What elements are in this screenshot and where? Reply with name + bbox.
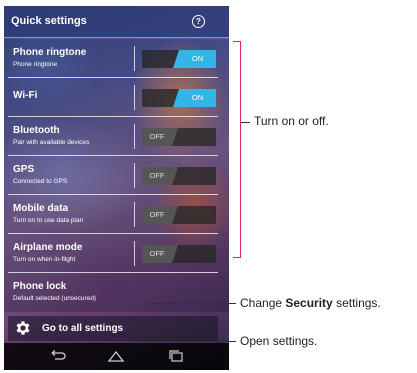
- go-to-all-settings-button[interactable]: Go to all settings: [8, 316, 218, 341]
- setting-row-bluetooth[interactable]: Bluetooth Pair with available devices OF…: [4, 117, 229, 156]
- setting-title: GPS: [13, 164, 35, 175]
- wifi-toggle[interactable]: ON: [142, 89, 216, 107]
- setting-title: Bluetooth: [13, 125, 60, 136]
- setting-subtitle: Phone ringtone: [13, 61, 58, 68]
- setting-row-phone-lock[interactable]: Phone lock Default selected (unsecured): [4, 273, 229, 312]
- setting-row-airplane-mode[interactable]: Airplane mode Turn on when in-flight OFF: [4, 234, 229, 273]
- toggle-off-label: OFF: [142, 128, 178, 146]
- setting-row-wifi[interactable]: Wi-Fi ON: [4, 78, 229, 117]
- setting-subtitle: Turn on when in-flight: [13, 256, 76, 263]
- setting-subtitle: Connected to GPS: [13, 178, 68, 185]
- header-divider: [4, 37, 229, 38]
- setting-subtitle: Turn on to use data plan: [13, 217, 84, 224]
- navigation-bar: [4, 343, 229, 370]
- mobile-data-toggle[interactable]: OFF: [142, 206, 216, 224]
- toggle-on-label: ON: [173, 50, 216, 68]
- row-separator: [134, 85, 135, 110]
- phone-screen: Quick settings ? Phone ringtone Phone ri…: [4, 6, 229, 370]
- home-icon[interactable]: [107, 349, 125, 363]
- settings-callout: Open settings.: [240, 334, 318, 348]
- setting-title: Phone lock: [13, 281, 67, 292]
- security-callout-suffix: settings.: [332, 296, 381, 310]
- row-separator: [134, 124, 135, 149]
- bluetooth-toggle[interactable]: OFF: [142, 128, 216, 146]
- help-circle-icon[interactable]: ?: [192, 15, 205, 28]
- quick-settings-title: Quick settings: [11, 15, 87, 27]
- row-separator: [134, 241, 135, 266]
- gear-icon: [16, 321, 30, 335]
- setting-title: Phone ringtone: [13, 47, 87, 58]
- setting-row-mobile-data[interactable]: Mobile data Turn on to use data plan OFF: [4, 195, 229, 234]
- toggle-off-label: OFF: [142, 167, 178, 185]
- row-separator: [134, 46, 135, 71]
- toggles-bracket: [233, 41, 241, 258]
- row-separator: [134, 202, 135, 227]
- toggle-off-label: OFF: [142, 245, 178, 263]
- setting-row-phone-ringtone[interactable]: Phone ringtone Phone ringtone ON: [4, 39, 229, 78]
- security-callout-line: [150, 303, 236, 304]
- setting-title: Mobile data: [13, 203, 69, 214]
- back-icon[interactable]: [49, 349, 67, 363]
- setting-subtitle: Pair with available devices: [13, 139, 90, 146]
- phone-ringtone-toggle[interactable]: ON: [142, 50, 216, 68]
- airplane-mode-toggle[interactable]: OFF: [142, 245, 216, 263]
- row-separator: [134, 163, 135, 188]
- toggles-callout-line: [241, 122, 250, 123]
- toggles-callout: Turn on or off.: [254, 114, 329, 128]
- security-callout: Change Security settings.: [240, 296, 381, 310]
- toggle-on-label: ON: [173, 89, 216, 107]
- toggle-off-label: OFF: [142, 206, 178, 224]
- recent-apps-icon[interactable]: [167, 349, 185, 363]
- quick-settings-header: Quick settings ?: [4, 6, 229, 37]
- setting-title: Wi-Fi: [13, 90, 38, 101]
- go-to-all-settings-label: Go to all settings: [42, 323, 124, 334]
- setting-title: Airplane mode: [13, 242, 83, 253]
- security-callout-prefix: Change: [240, 296, 286, 310]
- security-callout-bold: Security: [285, 296, 333, 310]
- setting-row-gps[interactable]: GPS Connected to GPS OFF: [4, 156, 229, 195]
- setting-subtitle: Default selected (unsecured): [13, 295, 97, 302]
- settings-callout-line: [134, 341, 236, 342]
- gps-toggle[interactable]: OFF: [142, 167, 216, 185]
